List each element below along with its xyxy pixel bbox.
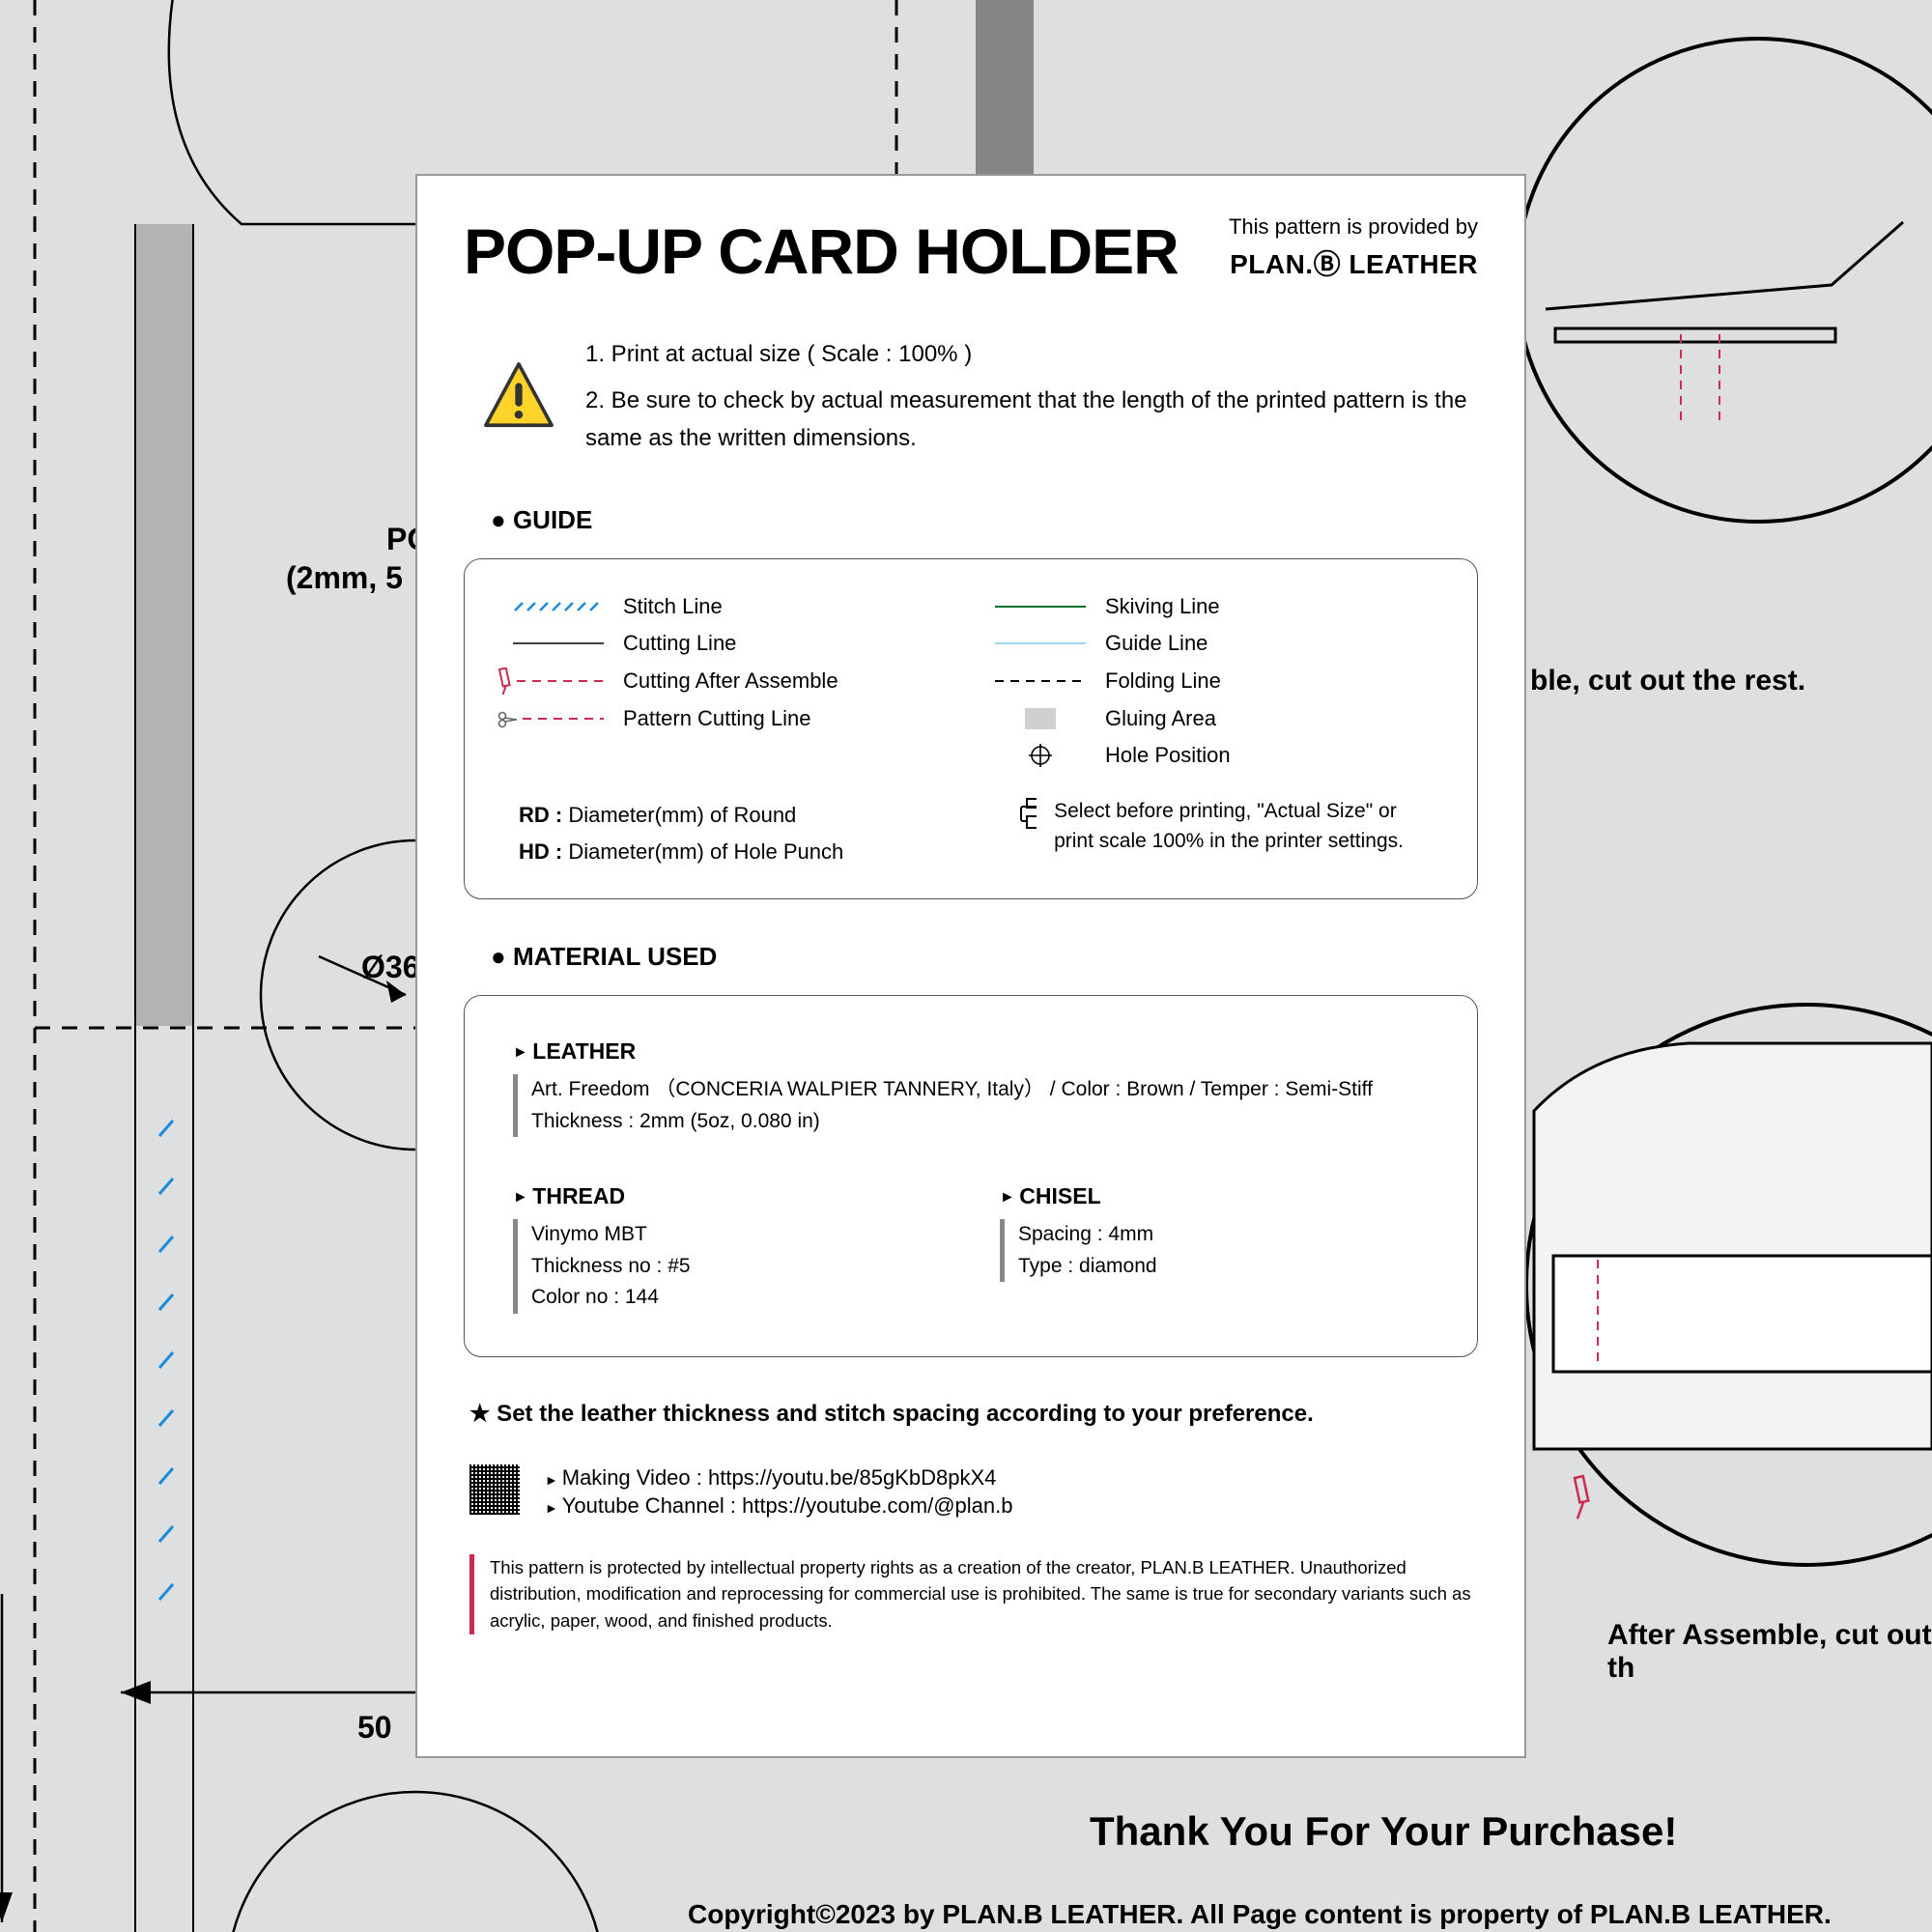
mat-thread: Vinymo MBT Thickness no : #5 Color no : … — [513, 1219, 942, 1314]
legend-cutafter: Cutting After Assemble — [623, 668, 947, 694]
link-video: Making Video : https://youtu.be/85gKbD8p… — [545, 1465, 1012, 1491]
legal-notice: This pattern is protected by intellectua… — [464, 1554, 1478, 1634]
section-guide: GUIDE — [491, 505, 1478, 535]
instruction-card: POP-UP CARD HOLDER This pattern is provi… — [415, 174, 1526, 1758]
qr-code-icon — [469, 1464, 520, 1515]
bg-dim: (2mm, 5 — [286, 560, 403, 596]
legal-text: This pattern is protected by intellectua… — [490, 1554, 1478, 1634]
provided-label: This pattern is provided by — [1229, 214, 1478, 240]
mat-chisel-h: CHISEL — [1000, 1183, 1429, 1209]
print-note: Select before printing, "Actual Size" or… — [1054, 797, 1423, 856]
legend-patcut: Pattern Cutting Line — [623, 706, 947, 731]
material-box: LEATHER Art. Freedom （CONCERIA WALPIER T… — [464, 995, 1478, 1357]
bg-after: After Assemble, cut out th — [1607, 1619, 1932, 1685]
legend-skiving: Skiving Line — [1105, 594, 1429, 619]
mat-chisel: Spacing : 4mm Type : diamond — [1000, 1219, 1429, 1282]
mat-leather: Art. Freedom （CONCERIA WALPIER TANNERY, … — [513, 1074, 1429, 1137]
bg-diam: Ø36 — [361, 950, 419, 985]
legend-guideline: Guide Line — [1105, 631, 1429, 656]
bg-rest: ble, cut out the rest. — [1530, 665, 1805, 697]
mat-leather-h: LEATHER — [513, 1038, 1429, 1065]
brand-label: PLAN.Ⓑ LEATHER — [1229, 243, 1478, 282]
bg-copy: Copyright©2023 by PLAN.B LEATHER. All Pa… — [688, 1899, 1832, 1930]
legend-cutting: Cutting Line — [623, 631, 947, 656]
legend-gluing: Gluing Area — [1105, 706, 1429, 731]
preference-note: ★ Set the leather thickness and stitch s… — [469, 1400, 1478, 1428]
legend-folding: Folding Line — [1105, 668, 1429, 694]
abbrev-block: RD : Diameter(mm) of Round HD : Diameter… — [519, 797, 843, 869]
printer-icon — [1017, 797, 1037, 830]
mat-thread-h: THREAD — [513, 1183, 942, 1209]
link-channel: Youtube Channel : https://youtube.com/@p… — [545, 1493, 1012, 1519]
provided-by: This pattern is provided by PLAN.Ⓑ LEATH… — [1229, 214, 1478, 282]
page-title: POP-UP CARD HOLDER — [464, 214, 1179, 288]
bg-thanks: Thank You For Your Purchase! — [1090, 1808, 1677, 1855]
legend-stitch: Stitch Line — [623, 594, 947, 619]
bg-fifty: 50 — [357, 1710, 392, 1746]
section-material: MATERIAL USED — [491, 942, 1478, 972]
guide-box: Stitch Line Skiving Line Cutting Line Gu… — [464, 558, 1478, 899]
warning-icon — [481, 359, 556, 435]
instruction-2: 2. Be sure to check by actual measuremen… — [585, 383, 1478, 457]
instruction-1: 1. Print at actual size ( Scale : 100% ) — [585, 336, 1478, 373]
legend-hole: Hole Position — [1105, 743, 1429, 768]
